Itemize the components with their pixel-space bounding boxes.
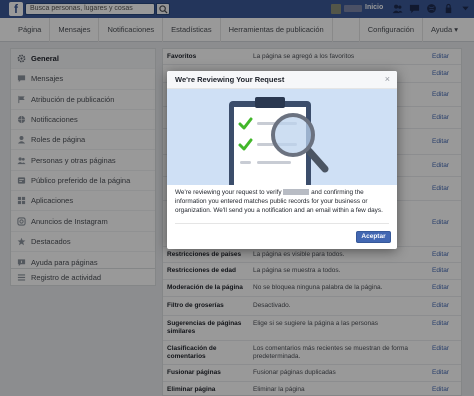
clipboard-checklist-illustration xyxy=(167,89,397,185)
verification-review-dialog: We're Reviewing Your Request × We're rev… xyxy=(167,71,397,249)
checklist-line xyxy=(240,161,251,164)
dialog-header: We're Reviewing Your Request × xyxy=(167,71,397,89)
redacted-page-name xyxy=(283,189,310,196)
accept-button[interactable]: Aceptar xyxy=(356,231,391,243)
close-icon[interactable]: × xyxy=(385,74,390,84)
clipboard-clip xyxy=(255,97,285,108)
dialog-footer-divider xyxy=(175,223,389,224)
dialog-message: We're reviewing your request to verify a… xyxy=(175,189,391,215)
magnifier-icon xyxy=(271,113,315,157)
magnifier-handle xyxy=(305,147,329,173)
dialog-title: We're Reviewing Your Request xyxy=(175,75,285,84)
checklist-line xyxy=(257,161,291,164)
dialog-message-start: We're reviewing your request to verify xyxy=(175,189,282,196)
